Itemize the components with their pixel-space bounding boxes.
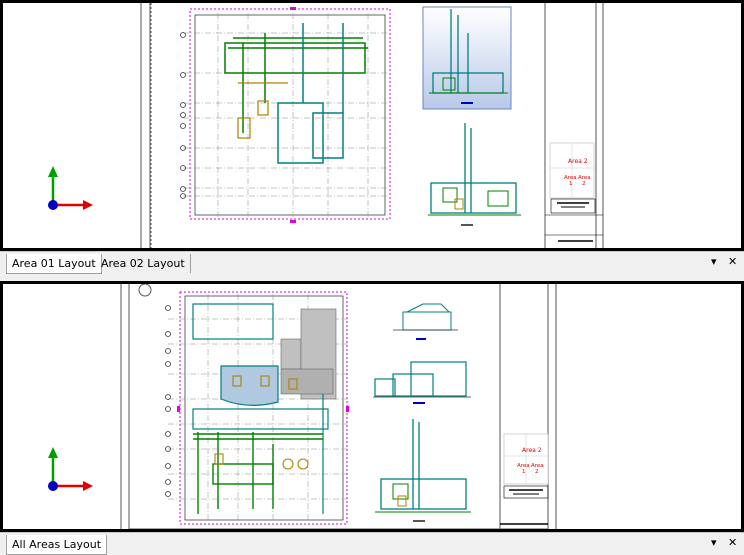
chevron-down-icon[interactable]: ▾: [711, 537, 717, 549]
elevation-drawing-selected[interactable]: [422, 6, 512, 110]
ucs-axis-icon: [48, 447, 93, 491]
key-plan-num2: 2: [535, 469, 539, 475]
tab-area-01-layout[interactable]: Area 01 Layout: [6, 254, 102, 274]
drawing-canvas-top[interactable]: Area 2 Area Area 1 2: [3, 3, 741, 248]
elevation-drawing-building[interactable]: [373, 361, 471, 404]
ucs-axis-icon: [48, 166, 93, 210]
key-plan-num2: 2: [582, 181, 586, 187]
sheet-frame: [140, 3, 604, 248]
layout-viewport-top[interactable]: Area 2 Area Area 1 2: [0, 0, 744, 251]
layout-tab-bar-top: Area 01 Layout Area 02 Layout ▾ ✕: [0, 251, 744, 276]
tab-all-areas-layout[interactable]: All Areas Layout: [6, 535, 108, 555]
close-icon[interactable]: ✕: [728, 537, 737, 549]
sheet-frame: [120, 284, 557, 529]
north-arrow-icon: [138, 284, 152, 297]
elevation-drawing-tower[interactable]: [375, 419, 471, 522]
overall-floor-plan[interactable]: [165, 291, 350, 525]
title-block: [500, 485, 549, 525]
layout-tab-bar-bottom: All Areas Layout ▾ ✕: [0, 532, 744, 555]
elevation-drawing-small[interactable]: [393, 303, 458, 340]
tab-area-02-layout[interactable]: Area 02 Layout: [96, 254, 191, 273]
key-plan-area2: Area 2: [522, 447, 542, 454]
key-plan: Area 2 Area Area 1 2: [549, 142, 595, 199]
key-plan: Area 2 Area Area 1 2: [503, 433, 549, 485]
key-plan-area2: Area 2: [568, 158, 588, 165]
drawing-canvas-bottom[interactable]: Area 2 Area Area 1 2: [3, 284, 741, 529]
title-block: [545, 198, 603, 242]
key-plan-num1: 1: [569, 181, 573, 187]
layout-viewport-bottom[interactable]: Area 2 Area Area 1 2: [0, 281, 744, 532]
floor-plan-drawing[interactable]: [180, 7, 391, 223]
close-icon[interactable]: ✕: [728, 256, 737, 268]
elevation-drawing[interactable]: [428, 123, 521, 226]
key-plan-num1: 1: [522, 469, 526, 475]
chevron-down-icon[interactable]: ▾: [711, 256, 717, 268]
